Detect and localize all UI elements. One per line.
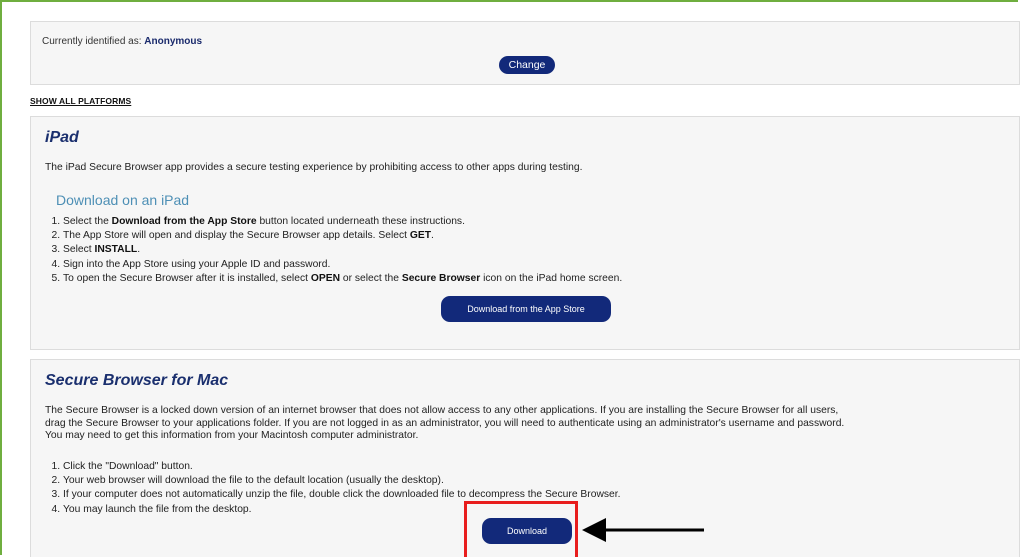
- identity-text: Currently identified as: Anonymous: [42, 36, 202, 47]
- list-item: The App Store will open and display the …: [63, 229, 622, 243]
- show-all-platforms-link[interactable]: SHOW ALL PLATFORMS: [30, 96, 131, 106]
- list-item: Select the Download from the App Store b…: [63, 215, 622, 229]
- highlight-box: [464, 501, 578, 557]
- list-item: Select INSTALL.: [63, 243, 622, 257]
- identity-value: Anonymous: [144, 36, 203, 47]
- change-button[interactable]: Change: [499, 56, 555, 74]
- mac-title: Secure Browser for Mac: [45, 372, 229, 389]
- mac-description: The Secure Browser is a locked down vers…: [45, 405, 845, 441]
- identity-label: Currently identified as:: [42, 36, 142, 47]
- download-app-store-button[interactable]: Download from the App Store: [441, 296, 611, 322]
- list-item: Sign into the App Store using your Apple…: [63, 258, 622, 272]
- ipad-steps: Select the Download from the App Store b…: [31, 215, 622, 286]
- arrow-left-icon: [582, 518, 704, 542]
- list-item: To open the Secure Browser after it is i…: [63, 272, 622, 286]
- ipad-subheading: Download on an iPad: [56, 192, 190, 208]
- ipad-description: The iPad Secure Browser app provides a s…: [45, 162, 583, 173]
- ipad-title: iPad: [45, 129, 79, 146]
- list-item: Click the "Download" button.: [63, 460, 620, 474]
- ipad-panel: iPad The iPad Secure Browser app provide…: [30, 116, 1020, 350]
- list-item: Your web browser will download the file …: [63, 474, 620, 488]
- identity-panel: Currently identified as: Anonymous Chang…: [30, 21, 1020, 85]
